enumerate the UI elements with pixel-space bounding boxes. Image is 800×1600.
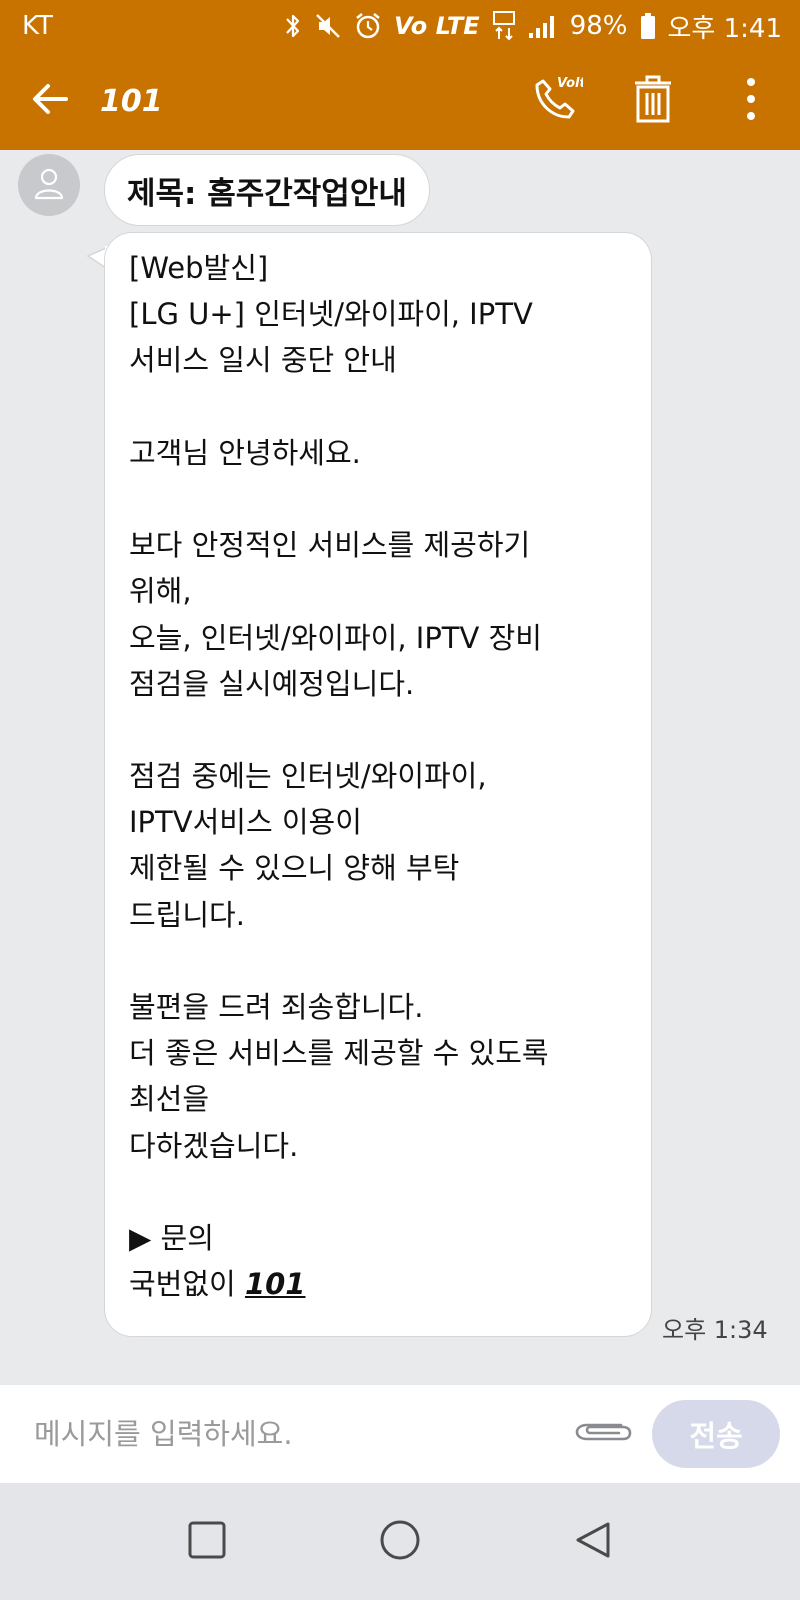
status-time: 오후 1:41 <box>667 13 783 44</box>
paperclip-icon <box>573 1415 633 1453</box>
attach-button[interactable] <box>568 1399 638 1469</box>
conversation-area[interactable]: 제목: 홈주간작업안내 [Web발신] [LG U+] 인터넷/와이파이, IP… <box>0 150 800 1385</box>
message-line: 더 좋은 서비스를 제공할 수 있도록 <box>129 1036 549 1071</box>
bluetooth-icon <box>284 12 302 40</box>
message-timestamp: 오후 1:34 <box>662 1316 768 1344</box>
data-lte-icon <box>492 11 516 41</box>
message-line: [LG U+] 인터넷/와이파이, IPTV <box>129 297 533 332</box>
status-icons: Vo LTE 98% 오후 1:41 <box>284 8 782 45</box>
signal-icon <box>528 13 558 39</box>
back-arrow-icon <box>30 81 70 121</box>
delete-button[interactable] <box>604 52 702 150</box>
message-bubble[interactable]: [Web발신] [LG U+] 인터넷/와이파이, IPTV 서비스 일시 중단… <box>104 232 652 1337</box>
message-line <box>129 1169 631 1215</box>
call-button[interactable]: Volte <box>506 52 604 150</box>
recent-apps-icon <box>187 1520 227 1564</box>
inquiry-line: 국번없이 101 <box>129 1261 631 1307</box>
message-line <box>129 707 631 753</box>
message-line <box>129 384 631 430</box>
back-icon <box>573 1520 613 1564</box>
navigation-bar <box>0 1483 800 1600</box>
message-line: [Web발신] <box>129 251 269 285</box>
volte-icon: Vo LTE <box>393 12 480 40</box>
avatar[interactable] <box>18 154 80 216</box>
message-line: 제한될 수 있으니 양해 부탁 <box>129 851 460 886</box>
message-line: 서비스 일시 중단 안내 <box>129 343 397 378</box>
composer: 전송 <box>0 1385 800 1483</box>
back-button[interactable] <box>0 52 100 150</box>
app-actions: Volte <box>506 52 800 150</box>
message-line: 위해, <box>129 574 192 609</box>
more-vert-icon <box>745 76 757 126</box>
recent-apps-button[interactable] <box>167 1502 247 1582</box>
message-line: 고객님 안녕하세요. <box>129 435 361 470</box>
home-icon <box>379 1519 421 1565</box>
volte-call-icon: Volte <box>527 71 595 131</box>
alarm-icon <box>354 12 382 40</box>
status-bar: KT Vo LTE 98% 오후 1:41 <box>0 0 800 52</box>
message-line: 최선을 <box>129 1082 210 1117</box>
message-line: 점검 중에는 인터넷/와이파이, <box>129 759 487 794</box>
more-button[interactable] <box>702 52 800 150</box>
message-line: IPTV서비스 이용이 <box>129 805 362 840</box>
nav-back-button[interactable] <box>553 1502 633 1582</box>
message-line: 불편을 드려 죄송합니다. <box>129 990 424 1024</box>
message-line <box>129 938 631 984</box>
carrier-label: KT <box>22 11 53 41</box>
trash-icon <box>631 73 675 129</box>
message-input[interactable] <box>34 1417 554 1451</box>
message-line: 보다 안정적인 서비스를 제공하기 <box>129 528 531 563</box>
svg-text:Volte: Volte <box>557 76 583 91</box>
send-button[interactable]: 전송 <box>652 1400 780 1468</box>
message-subject: 제목: 홈주간작업안내 <box>127 175 407 212</box>
message-line: 드립니다. <box>129 897 245 932</box>
message-line <box>129 476 631 522</box>
message-line: ▶ 문의 <box>129 1220 214 1255</box>
person-icon <box>32 166 66 204</box>
phone-number-link[interactable]: 101 <box>245 1267 306 1301</box>
app-bar: 101 Volte <box>0 52 800 150</box>
message-line: 다하겠습니다. <box>129 1128 299 1163</box>
mute-icon <box>314 12 342 40</box>
message-line: 점검을 실시예정입니다. <box>129 666 415 701</box>
conversation-title: 101 <box>100 83 163 119</box>
home-button[interactable] <box>360 1502 440 1582</box>
battery-icon <box>640 12 656 40</box>
inquiry-prefix: 국번없이 <box>129 1267 245 1302</box>
subject-bubble[interactable]: 제목: 홈주간작업안내 <box>104 154 430 226</box>
battery-percent: 98% <box>569 11 628 41</box>
message-line: 오늘, 인터넷/와이파이, IPTV 장비 <box>129 620 542 655</box>
